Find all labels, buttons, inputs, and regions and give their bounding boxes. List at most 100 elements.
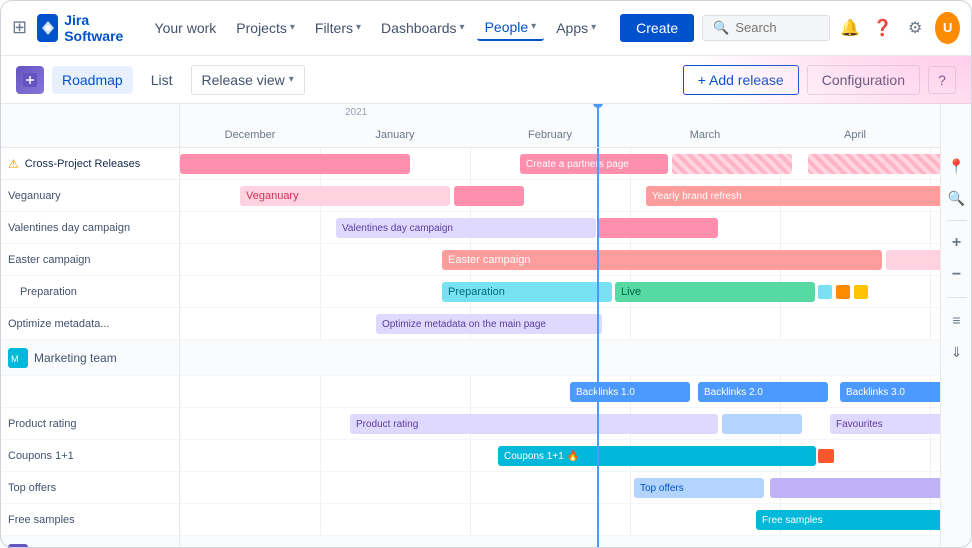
- release-view-chevron: ▾: [289, 74, 294, 85]
- month-december: December: [180, 104, 320, 147]
- avatar[interactable]: U: [935, 12, 960, 44]
- logo-text: Jira Software: [64, 12, 130, 44]
- bar-coup-1[interactable]: Coupons 1+1 🔥: [498, 446, 816, 466]
- bar-top-1[interactable]: Top offers: [634, 478, 764, 498]
- sidebar-row-valentines[interactable]: Valentines day campaign: [0, 212, 179, 244]
- sidebar-row-design[interactable]: D Design team: [0, 536, 179, 548]
- release-view-dropdown[interactable]: Release view ▾: [191, 65, 305, 95]
- gantt-sidebar: ⚠ Cross-Project Releases Veganuary Valen…: [0, 104, 180, 548]
- settings-icon[interactable]: ⚙: [903, 12, 928, 44]
- zoom-search-icon[interactable]: 🔍: [945, 186, 969, 210]
- nav-filters[interactable]: Filters ▾: [307, 16, 369, 40]
- create-button[interactable]: Create: [620, 14, 694, 42]
- bar-veg-2[interactable]: [454, 186, 524, 206]
- sidebar-row-product[interactable]: Product rating: [0, 408, 179, 440]
- collapse-icon[interactable]: ⇓: [945, 340, 969, 364]
- row-label: Cross-Project Releases: [25, 158, 141, 170]
- bar-cross-2[interactable]: Create a partners page: [520, 154, 668, 174]
- gantt-row-prep-live: Preparation Live: [180, 276, 940, 308]
- bar-opt-1[interactable]: Optimize metadata on the main page: [376, 314, 602, 334]
- gantt-chart-area[interactable]: 2021 December January February March: [180, 104, 940, 548]
- jira-logo-icon: [37, 14, 58, 42]
- sidebar-row-free-samples[interactable]: Free samples: [0, 504, 179, 536]
- warning-icon: ⚠: [8, 157, 19, 171]
- nav-projects[interactable]: Projects ▾: [228, 16, 303, 40]
- tab-roadmap[interactable]: Roadmap: [52, 66, 133, 94]
- row-label: Top offers: [8, 482, 56, 494]
- sidebar-row-prep[interactable]: Preparation: [0, 276, 179, 308]
- row-label: Preparation: [8, 286, 77, 298]
- bar-prod-3[interactable]: Favourites: [830, 414, 940, 434]
- bar-veg-1[interactable]: Veganuary: [240, 186, 450, 206]
- bar-east-1[interactable]: Easter campaign: [442, 250, 882, 270]
- sidebar-row-easter[interactable]: Easter campaign: [0, 244, 179, 276]
- gantt-row-easter: Easter campaign: [180, 244, 940, 276]
- gantt-row-backlinks: Backlinks 1.0 Backlinks 2.0 Backlinks 3.…: [180, 376, 940, 408]
- bar-yellow-small[interactable]: [854, 285, 868, 299]
- bar-prep[interactable]: Preparation: [442, 282, 612, 302]
- gantt-rows: Create a partners page Veganuary Yearly …: [180, 148, 940, 548]
- bar-bl3[interactable]: Backlinks 3.0: [840, 382, 940, 402]
- bar-cross-3[interactable]: [672, 154, 792, 174]
- help-button[interactable]: ?: [928, 66, 956, 94]
- gantt-container: ⚠ Cross-Project Releases Veganuary Valen…: [0, 104, 972, 548]
- bar-cyan-small[interactable]: [818, 285, 832, 299]
- bar-coup-2[interactable]: [818, 449, 834, 463]
- bar-prod-1[interactable]: Product rating: [350, 414, 718, 434]
- bar-live[interactable]: Live: [615, 282, 815, 302]
- search-box[interactable]: 🔍: [702, 15, 830, 41]
- tab-list[interactable]: List: [141, 66, 183, 94]
- sidebar-row-marketing[interactable]: M Marketing team: [0, 340, 179, 376]
- sidebar-row-cross-project[interactable]: ⚠ Cross-Project Releases: [0, 148, 179, 180]
- location-icon[interactable]: 📍: [945, 154, 969, 178]
- bar-east-2[interactable]: [886, 250, 940, 270]
- help-icon[interactable]: ❓: [870, 12, 895, 44]
- sidebar-row-top-offers[interactable]: Top offers: [0, 472, 179, 504]
- tool-divider-1: [947, 220, 967, 221]
- nav-your-work[interactable]: Your work: [147, 16, 225, 40]
- bar-cross-4[interactable]: [808, 154, 940, 174]
- zoom-in-icon[interactable]: +: [945, 231, 969, 255]
- bar-val-1[interactable]: Valentines day campaign: [336, 218, 596, 238]
- notifications-icon[interactable]: 🔔: [838, 12, 863, 44]
- sidebar-row-optimize[interactable]: Optimize metadata...: [0, 308, 179, 340]
- search-input[interactable]: [735, 20, 819, 35]
- bar-bl1[interactable]: Backlinks 1.0: [570, 382, 690, 402]
- year-label: 2021: [345, 107, 367, 118]
- dashboards-chevron: ▾: [460, 22, 465, 33]
- jira-logo[interactable]: Jira Software: [37, 12, 130, 44]
- nav-dashboards[interactable]: Dashboards ▾: [373, 16, 473, 40]
- gantt-row-veganuary: Veganuary Yearly brand refresh: [180, 180, 940, 212]
- design-team-icon: D: [8, 544, 28, 548]
- gantt-tools: 📍 🔍 + − ≡ ⇓: [940, 104, 972, 548]
- configuration-button[interactable]: Configuration: [807, 65, 920, 95]
- zoom-out-icon[interactable]: −: [945, 263, 969, 287]
- bar-val-2[interactable]: [598, 218, 718, 238]
- sidebar-header: [0, 104, 179, 148]
- marketing-team-icon: M: [8, 348, 28, 368]
- row-label: Free samples: [8, 514, 75, 526]
- add-release-button[interactable]: + Add release: [683, 65, 799, 95]
- grid-icon[interactable]: ⊞: [12, 17, 27, 38]
- sub-navigation: Roadmap List Release view ▾ + Add releas…: [0, 56, 972, 104]
- sidebar-row-backlinks[interactable]: [0, 376, 179, 408]
- gantt-row-marketing: [180, 340, 940, 376]
- bar-prod-2[interactable]: [722, 414, 802, 434]
- nav-apps[interactable]: Apps ▾: [548, 16, 604, 40]
- filters-chevron: ▾: [356, 22, 361, 33]
- filter-icon[interactable]: ≡: [945, 308, 969, 332]
- bar-bl2[interactable]: Backlinks 2.0: [698, 382, 828, 402]
- projects-chevron: ▾: [290, 22, 295, 33]
- bar-cross-1[interactable]: [180, 154, 410, 174]
- sidebar-row-veganuary[interactable]: Veganuary: [0, 180, 179, 212]
- gantt-row-product: Product rating Favourites: [180, 408, 940, 440]
- bar-free-1[interactable]: Free samples: [756, 510, 940, 530]
- bar-orange-small[interactable]: [836, 285, 850, 299]
- month-january: January: [320, 104, 470, 147]
- bar-top-2[interactable]: [770, 478, 940, 498]
- bar-veg-3[interactable]: Yearly brand refresh: [646, 186, 940, 206]
- row-label: Valentines day campaign: [8, 222, 130, 234]
- nav-people[interactable]: People ▾: [477, 15, 545, 41]
- sidebar-row-coupons[interactable]: Coupons 1+1: [0, 440, 179, 472]
- people-chevron: ▾: [531, 21, 536, 32]
